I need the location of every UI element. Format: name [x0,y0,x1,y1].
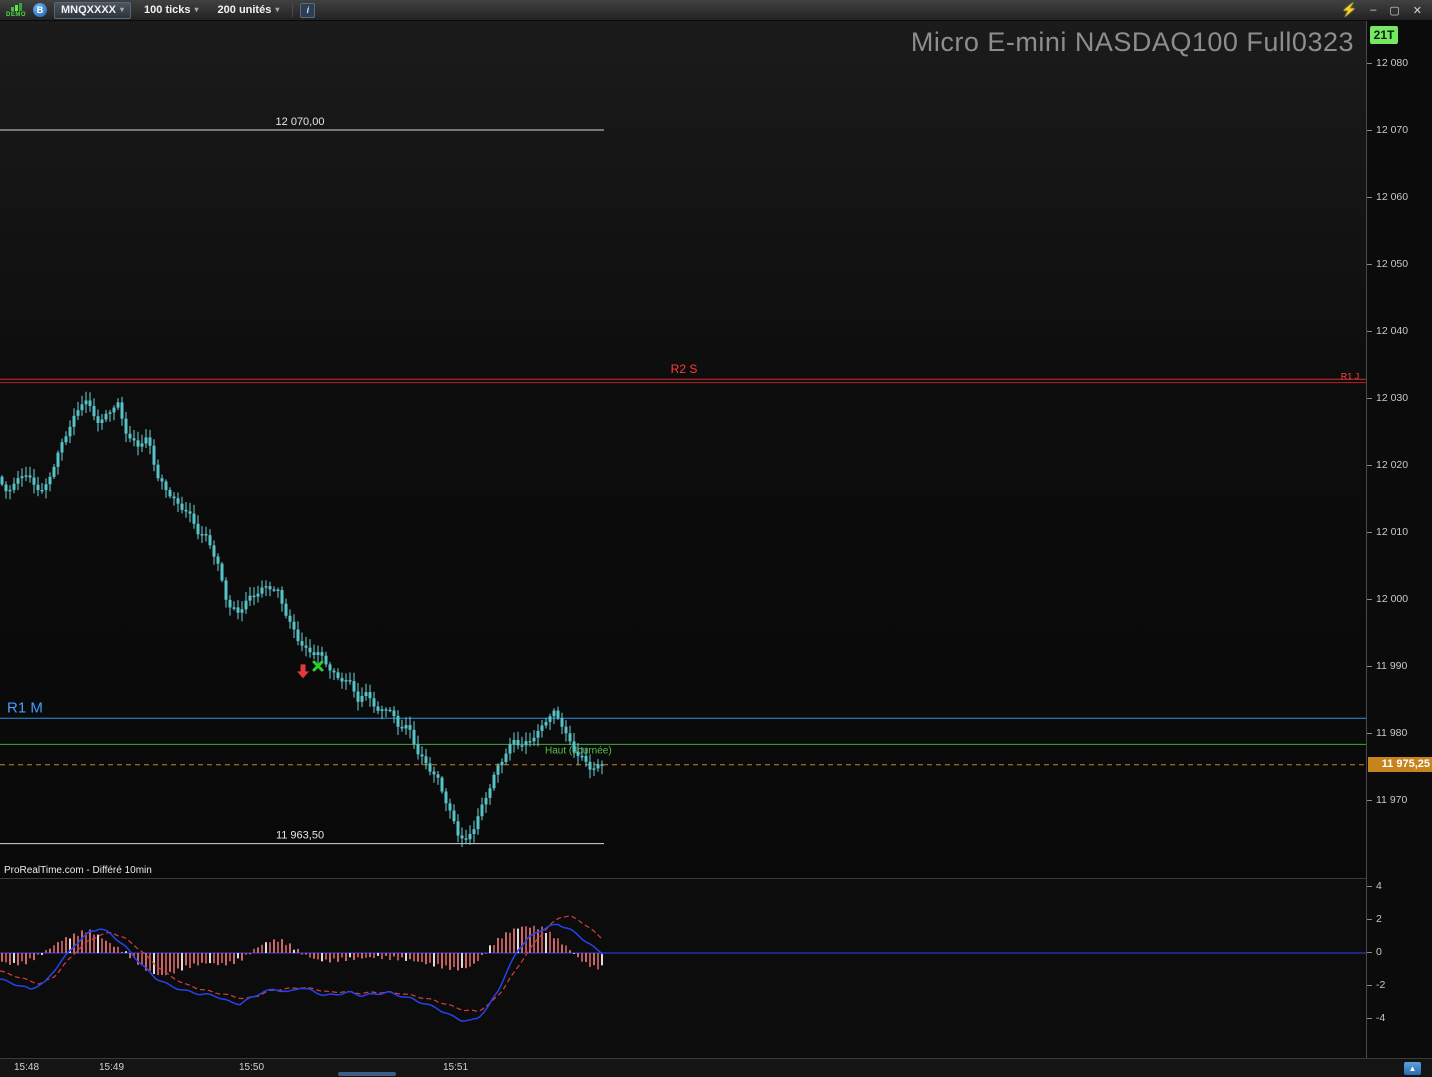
price-axis-label-tick [1367,599,1372,600]
chevron-down-icon: ▾ [275,5,280,14]
time-label: 15:50 [239,1062,265,1073]
oscillator-panel[interactable] [0,878,1366,1058]
osc-axis-label-tick [1367,952,1372,953]
osc-axis-label-tick [1367,985,1372,986]
quantity-label: 200 unités [217,4,272,16]
osc-axis-label: -4 [1376,1012,1386,1024]
osc-axis-label: -2 [1376,979,1386,991]
close-button[interactable]: ✕ [1413,4,1422,17]
quantity-selector[interactable]: 200 unités ▾ [212,2,286,19]
price-axis-label: 12 080 [1376,57,1409,69]
timeframe-label: 100 ticks [144,4,191,16]
level-label-session-low: 11 963,50 [276,830,324,842]
instrument-selector[interactable]: MNQXXXX ▾ [54,1,132,19]
price-axis-label: 12 000 [1376,593,1409,605]
osc-axis-label-tick [1367,886,1372,887]
window-controls: – ▢ ✕ [1370,4,1422,17]
price-chart-canvas[interactable]: 12 070,00R2 SR1 JR1 MHaut (Journée)11 96… [0,21,1366,878]
price-axis-label-tick [1367,130,1372,131]
arrow-up-icon: ▲ [1408,1064,1417,1073]
level-label-session-high: 12 070,00 [276,116,325,128]
price-axis-label-tick [1367,532,1372,533]
sell-arrow-marker [297,664,309,679]
candles-layer [0,391,604,847]
chevron-down-icon: ▾ [194,5,199,14]
level-label-r2-s: R2 S [671,362,698,376]
oscillator-canvas[interactable] [0,879,1366,1058]
price-axis-label: 12 010 [1376,526,1409,538]
osc-axis-label: 4 [1376,880,1382,892]
demo-logo-icon [10,2,22,11]
osc-axis-label: 2 [1376,913,1382,925]
price-axis-label-tick [1367,63,1372,64]
price-axis-label: 12 060 [1376,191,1409,203]
price-axis-label-tick [1367,331,1372,332]
time-label: 15:48 [14,1062,40,1073]
level-label-r1-j: R1 J [1341,372,1360,382]
price-axis-label: 12 070 [1376,124,1409,136]
last-price-badge: 11 975,25 [1368,757,1432,772]
broker-icon[interactable]: B [33,3,47,17]
price-axis-label-tick [1367,733,1372,734]
price-axis-label-tick [1367,398,1372,399]
price-axis-label: 12 030 [1376,392,1409,404]
price-chart-panel[interactable]: Micro E-mini NASDAQ100 Full0323 ProRealT… [0,21,1366,878]
time-axis[interactable]: 15:48 15:49 15:50 15:51 ▲ [0,1058,1432,1077]
scrollbar-thumb[interactable] [338,1072,396,1076]
price-axis-label-tick [1367,197,1372,198]
price-axis-label: 11 990 [1376,660,1408,672]
price-axis-label-tick [1367,264,1372,265]
connection-flash-icon[interactable]: ⚡ [1341,2,1357,18]
info-button[interactable]: i [300,2,316,18]
price-axis-label: 11 970 [1376,794,1408,806]
price-axis-label-tick [1367,666,1372,667]
histogram-layer [1,925,603,976]
instrument-label: MNQXXXX [61,4,117,16]
osc-axis-label: 0 [1376,946,1382,958]
osc-axis-label-tick [1367,1018,1372,1019]
maximize-button[interactable]: ▢ [1389,4,1399,17]
time-label: 15:51 [443,1062,469,1073]
tick-countdown-badge: 21T [1370,26,1398,44]
price-axis-label: 11 980 [1376,727,1408,739]
price-axis-label: 12 050 [1376,258,1409,270]
time-label: 15:49 [99,1062,125,1073]
minimize-button[interactable]: – [1370,4,1376,17]
timeframe-selector[interactable]: 100 ticks ▾ [138,2,205,19]
toolbar-separator [292,3,294,17]
price-axis-label: 12 020 [1376,459,1409,471]
osc-axis-label-tick [1367,919,1372,920]
chevron-down-icon: ▾ [120,5,125,14]
price-axis-label-tick [1367,465,1372,466]
trading-platform-window: DEMO B MNQXXXX ▾ 100 ticks ▾ 200 unités … [0,0,1432,1077]
demo-label: DEMO [6,11,26,18]
price-axis-label-tick [1367,800,1372,801]
instrument-title: Micro E-mini NASDAQ100 Full0323 [910,27,1354,57]
demo-account-badge: DEMO [6,2,26,18]
main-toolbar: DEMO B MNQXXXX ▾ 100 ticks ▾ 200 unités … [0,0,1432,21]
watermark-delayed-data: ProRealTime.com - Différé 10min [4,865,152,876]
scroll-latest-button[interactable]: ▲ [1404,1062,1421,1075]
price-axis-label: 12 040 [1376,325,1409,337]
level-label-r1-m: R1 M [7,699,43,716]
price-axis[interactable]: 12 080 12 070 12 060 12 050 12 040 12 030 12 0… [1366,21,1432,1058]
